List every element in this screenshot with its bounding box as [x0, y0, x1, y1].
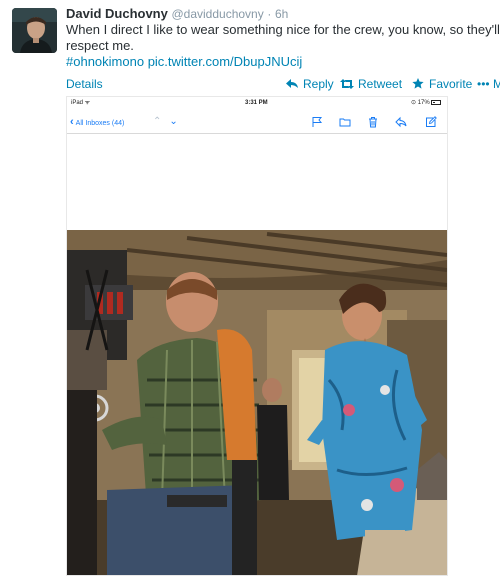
trash-icon[interactable] [367, 116, 379, 128]
chevron-up-icon[interactable]: ⌃ [153, 116, 169, 127]
battery-label: ⊙ 17% [411, 100, 430, 106]
hashtag-link[interactable]: #ohnokimono [66, 54, 144, 69]
back-to-inboxes[interactable]: ‹ All Inboxes (44) [70, 111, 124, 135]
retweet-label: Retweet [358, 77, 403, 91]
tweet: David Duchovny @davidduchovny · 6h When … [0, 0, 500, 586]
mail-toolbar: ‹ All Inboxes (44) ⌃⌄ [67, 111, 447, 134]
more-label: M [492, 77, 500, 91]
flag-icon[interactable] [311, 116, 323, 128]
retweet-icon [340, 76, 354, 92]
star-icon [411, 76, 425, 92]
tweet-text-line-3: #ohnokimono pic.twitter.com/DbupJNUcij [66, 54, 498, 70]
more-button[interactable]: ••• M [477, 76, 500, 92]
carrier-label: iPad ᯤ [71, 100, 91, 106]
reply-label: Reply [303, 77, 334, 91]
message-nav: ⌃⌄ [153, 111, 186, 133]
chevron-down-icon[interactable]: ⌄ [169, 116, 185, 127]
tweet-actions: Details Reply Retweet Favorite ••• M [66, 76, 500, 92]
set-photo [67, 230, 447, 575]
battery-icon [431, 100, 441, 105]
reply-button[interactable]: Reply [285, 76, 334, 92]
chevron-left-icon: ‹ [70, 116, 74, 128]
tweet-media[interactable]: iPad ᯤ 3:31 PM ⊙ 17% ‹ All Inboxes (44) ⌃… [66, 96, 448, 576]
tweet-text-line-2: respect me. [66, 38, 134, 53]
status-time: 3:31 PM [245, 100, 268, 106]
ios-status-bar: iPad ᯤ 3:31 PM ⊙ 17% [67, 97, 447, 109]
details-link[interactable]: Details [66, 76, 103, 92]
reply-icon[interactable] [395, 116, 407, 128]
tweet-header: David Duchovny @davidduchovny · 6h [66, 6, 288, 22]
tweet-text-line-1: When I direct I like to wear something n… [66, 22, 500, 37]
author-handle[interactable]: @davidduchovny [171, 7, 263, 21]
pic-link[interactable]: pic.twitter.com/DbupJNUcij [148, 54, 303, 69]
header-separator: · [267, 7, 272, 21]
author-fullname[interactable]: David Duchovny [66, 6, 168, 21]
compose-icon[interactable] [425, 116, 437, 128]
favorite-button[interactable]: Favorite [411, 76, 472, 92]
photo-image [67, 230, 447, 575]
reply-icon [285, 76, 299, 92]
favorite-label: Favorite [429, 77, 473, 91]
retweet-button[interactable]: Retweet [340, 76, 402, 92]
avatar[interactable] [12, 8, 57, 53]
tweet-text: When I direct I like to wear something n… [66, 22, 500, 70]
tweet-timestamp[interactable]: 6h [275, 7, 288, 21]
more-icon: ••• [477, 77, 490, 91]
folder-icon[interactable] [339, 116, 351, 128]
back-label: All Inboxes (44) [75, 120, 125, 127]
